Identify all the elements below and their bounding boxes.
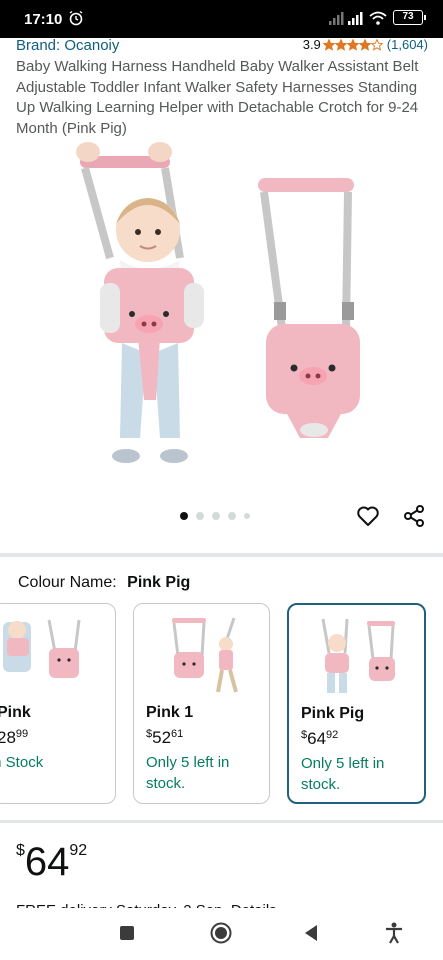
price-symbol: $	[16, 842, 25, 859]
carousel-dot[interactable]	[196, 512, 204, 520]
variant-price-fraction: 92	[326, 729, 339, 741]
main-price: $6492	[16, 840, 87, 885]
variant-stock: Only 5 left in stock.	[301, 755, 385, 793]
image-carousel-dots[interactable]	[180, 512, 250, 520]
variant-price-fraction: 99	[15, 728, 29, 740]
variant-price-fraction: 61	[171, 728, 184, 740]
alarm-icon	[69, 10, 83, 26]
system-navigation-bar	[0, 908, 443, 960]
battery-icon: 73	[393, 10, 426, 25]
star-icon	[358, 38, 371, 51]
product-title: Baby Walking Harness Handheld Baby Walke…	[16, 58, 419, 137]
variant-price: 2899	[0, 728, 28, 748]
product-image[interactable]	[60, 138, 390, 500]
harness-with-baby-illustration	[76, 142, 204, 463]
variant-card-selected[interactable]: Pink Pig $6492 Only 5 left in stock.	[287, 603, 426, 804]
variant-price-whole: 52	[152, 728, 172, 747]
brand-link[interactable]: Brand: Ocanoiy	[16, 37, 119, 54]
share-icon[interactable]	[402, 504, 426, 528]
star-icon	[370, 38, 383, 51]
carousel-dot[interactable]	[244, 513, 250, 519]
variant-card[interactable]: Pink 1 $5261 Only 5 left in stock.	[133, 603, 270, 804]
brand-row: Brand: Ocanoiy 3.9 (1,604)	[16, 36, 428, 56]
status-bar: 17:10 73	[0, 0, 443, 38]
variant-name: Pink Pig	[301, 705, 365, 722]
carousel-dot[interactable]	[212, 512, 220, 520]
variant-price-whole: 64	[307, 729, 327, 748]
variant-price: $6492	[301, 729, 338, 749]
carousel-dot[interactable]	[228, 512, 236, 520]
rating-stars	[322, 38, 383, 51]
status-icons: 73	[329, 10, 426, 25]
wifi-icon	[369, 11, 387, 25]
carousel-dot[interactable]	[180, 512, 188, 520]
price-fraction: 92	[69, 842, 88, 859]
star-icon	[334, 38, 347, 51]
variant-thumbnail	[321, 618, 395, 693]
rating-summary[interactable]: 3.9 (1,604)	[303, 37, 428, 52]
rating-count[interactable]: (1,604)	[387, 37, 428, 52]
signal-icon	[329, 11, 363, 25]
variant-stock: Only 5 left in stock.	[146, 754, 230, 792]
star-icon	[346, 38, 359, 51]
section-divider	[0, 820, 443, 823]
colour-selected-value: Pink Pig	[127, 574, 191, 591]
status-time: 17:10	[24, 11, 63, 28]
home-icon[interactable]	[210, 922, 232, 944]
harness-illustration	[258, 178, 360, 438]
accessibility-icon[interactable]	[384, 922, 404, 944]
variant-card[interactable]: Pink 2899 In Stock	[0, 603, 116, 804]
colour-selector-label: Colour Name: Pink Pig	[18, 574, 190, 592]
colour-label: Colour Name:	[18, 574, 117, 591]
recents-icon[interactable]	[120, 926, 134, 940]
rating-value: 3.9	[302, 37, 321, 52]
heart-icon[interactable]	[356, 504, 380, 528]
price-whole: 64	[24, 840, 70, 884]
back-icon[interactable]	[302, 923, 320, 943]
star-icon	[322, 38, 335, 51]
variant-stock: In Stock	[0, 754, 44, 771]
section-divider	[0, 553, 443, 557]
variant-name: Pink	[0, 704, 31, 721]
variant-name: Pink 1	[146, 704, 194, 721]
variant-thumbnail	[172, 617, 238, 693]
variant-thumbnail	[3, 619, 81, 678]
variant-price-whole: 28	[0, 728, 16, 747]
battery-level: 73	[402, 11, 414, 22]
variant-price: $5261	[146, 728, 183, 748]
